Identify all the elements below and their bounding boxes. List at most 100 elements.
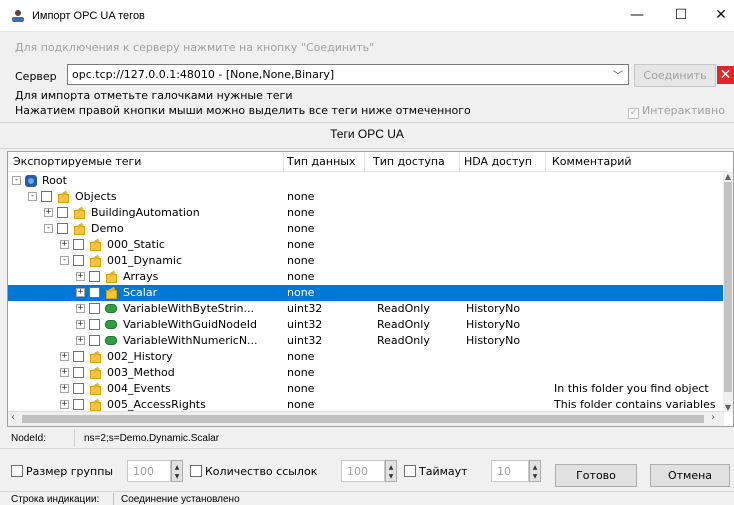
- connect-hint: Для подключения к серверу нажмите на кно…: [15, 41, 375, 54]
- scrollbar-thumb[interactable]: [724, 182, 732, 392]
- data-type-cell: none: [287, 222, 315, 235]
- expand-icon[interactable]: +: [76, 304, 85, 313]
- expand-icon[interactable]: +: [76, 272, 85, 281]
- status-label: Строка индикации:: [11, 494, 100, 505]
- tag-checkbox[interactable]: [73, 351, 84, 362]
- maximize-icon[interactable]: ☐: [660, 0, 702, 32]
- expand-icon[interactable]: +: [76, 288, 85, 297]
- tag-name: Root: [42, 174, 67, 187]
- expand-icon[interactable]: +: [44, 208, 53, 217]
- tree-row[interactable]: + VariableWithNumericN... uint32 ReadOnly Hi…: [8, 333, 726, 349]
- column-header-hda[interactable]: HDA доступ: [464, 155, 532, 168]
- column-divider[interactable]: [283, 152, 284, 172]
- variable-icon: [105, 304, 117, 313]
- collapse-icon[interactable]: -: [28, 192, 37, 201]
- ref-count-input[interactable]: 100: [341, 460, 385, 482]
- tree-row[interactable]: +000_Static none: [8, 237, 726, 253]
- column-header-comment[interactable]: Комментарий: [552, 155, 632, 168]
- scroll-up-icon[interactable]: ▲: [723, 172, 733, 181]
- ref-count-checkbox[interactable]: Количество ссылок: [190, 465, 317, 478]
- scroll-left-icon[interactable]: ‹: [11, 412, 15, 423]
- collapse-icon[interactable]: -: [44, 224, 53, 233]
- tag-checkbox[interactable]: [89, 287, 100, 298]
- minimize-icon[interactable]: —: [616, 0, 658, 32]
- tag-checkbox[interactable]: [41, 191, 52, 202]
- expand-icon[interactable]: +: [76, 320, 85, 329]
- collapse-icon[interactable]: -: [12, 176, 21, 185]
- column-header-tags[interactable]: Экспортируемые теги: [13, 155, 141, 168]
- scroll-down-icon[interactable]: ▼: [723, 403, 733, 412]
- instruction-line-2: Нажатием правой кнопки мыши можно выдели…: [15, 104, 471, 117]
- column-divider[interactable]: [545, 152, 546, 172]
- nodeid-label: NodeId:: [11, 433, 47, 444]
- root-node-icon: [25, 175, 37, 187]
- tag-checkbox[interactable]: [73, 383, 84, 394]
- scroll-right-icon[interactable]: ›: [711, 412, 715, 423]
- tree-row[interactable]: - Objects none: [8, 189, 726, 205]
- tree-row[interactable]: - Root: [8, 173, 726, 189]
- timeout-label: Таймаут: [419, 465, 468, 478]
- timeout-checkbox[interactable]: Таймаут: [404, 465, 468, 478]
- close-icon[interactable]: ✕: [700, 0, 734, 32]
- tree-row[interactable]: + BuildingAutomation none: [8, 205, 726, 221]
- comment-cell: In this folder you find object: [554, 382, 709, 395]
- chevron-down-icon[interactable]: ﹀: [613, 67, 623, 82]
- column-divider[interactable]: [459, 152, 460, 172]
- tree-row[interactable]: + VariableWithGuidNodeId uint32 ReadOnly His…: [8, 317, 726, 333]
- group-size-stepper[interactable]: ▲ ▼: [171, 460, 183, 482]
- connect-button[interactable]: Соединить: [634, 64, 716, 87]
- tree-row[interactable]: + Scalar none: [8, 285, 726, 301]
- tree-row[interactable]: +004_Events none In this folder you find o…: [8, 381, 726, 397]
- hda-access-cell: HistoryNo: [466, 318, 521, 331]
- horizontal-scrollbar[interactable]: ‹ ›: [8, 411, 724, 426]
- tree-row[interactable]: - Demo none: [8, 221, 726, 237]
- tag-checkbox[interactable]: [89, 271, 100, 282]
- ok-button[interactable]: Готово: [555, 464, 637, 487]
- tree-row[interactable]: +002_History none: [8, 349, 726, 365]
- tag-checkbox[interactable]: [89, 335, 100, 346]
- expand-icon[interactable]: +: [60, 368, 69, 377]
- expand-icon[interactable]: +: [60, 384, 69, 393]
- tag-checkbox[interactable]: [73, 399, 84, 410]
- variable-icon: [105, 320, 117, 329]
- tag-checkbox[interactable]: [73, 367, 84, 378]
- server-select[interactable]: opc.tcp://127.0.0.1:48010 - [None,None,B…: [67, 64, 629, 85]
- timeout-input[interactable]: 10: [491, 460, 529, 482]
- vertical-scrollbar[interactable]: ▲ ▼: [723, 172, 733, 412]
- group-size-input[interactable]: 100: [127, 460, 171, 482]
- column-divider[interactable]: [364, 152, 365, 172]
- tree-row[interactable]: + Arrays none: [8, 269, 726, 285]
- tag-checkbox[interactable]: [57, 207, 68, 218]
- tree-row[interactable]: +003_Method none: [8, 365, 726, 381]
- column-header-access[interactable]: Тип доступа: [373, 155, 445, 168]
- timeout-stepper[interactable]: ▲ ▼: [529, 460, 541, 482]
- hda-access-cell: HistoryNo: [466, 334, 521, 347]
- tag-checkbox[interactable]: [89, 303, 100, 314]
- scrollbar-thumb[interactable]: [22, 415, 704, 423]
- cancel-button[interactable]: Отмена: [650, 464, 730, 487]
- tree-row[interactable]: + VariableWithByteStrin... uint32 ReadOnly H…: [8, 301, 726, 317]
- tag-name: VariableWithGuidNodeId: [123, 318, 257, 331]
- app-icon: [12, 10, 24, 22]
- tag-checkbox[interactable]: [73, 239, 84, 250]
- checkbox-box: [404, 465, 416, 477]
- tag-checkbox[interactable]: [57, 223, 68, 234]
- group-size-checkbox[interactable]: Размер группы: [11, 465, 113, 478]
- tag-tree[interactable]: Экспортируемые теги Тип данных Тип досту…: [7, 151, 734, 427]
- tag-name: BuildingAutomation: [91, 206, 200, 219]
- expand-icon[interactable]: +: [60, 400, 69, 409]
- interactive-checkbox[interactable]: ✓ Интерактивно: [628, 104, 725, 119]
- tag-checkbox[interactable]: [73, 255, 84, 266]
- folder-icon: [73, 224, 85, 235]
- disconnect-icon[interactable]: ✕: [717, 66, 734, 84]
- tag-name: 005_AccessRights: [107, 398, 206, 411]
- ref-count-stepper[interactable]: ▲ ▼: [385, 460, 397, 482]
- collapse-icon[interactable]: -: [60, 256, 69, 265]
- tag-checkbox[interactable]: [89, 319, 100, 330]
- tree-row[interactable]: - 001_Dynamic none: [8, 253, 726, 269]
- expand-icon[interactable]: +: [60, 240, 69, 249]
- expand-icon[interactable]: +: [76, 336, 85, 345]
- expand-icon[interactable]: +: [60, 352, 69, 361]
- column-header-type[interactable]: Тип данных: [287, 155, 355, 168]
- divider: [74, 429, 75, 447]
